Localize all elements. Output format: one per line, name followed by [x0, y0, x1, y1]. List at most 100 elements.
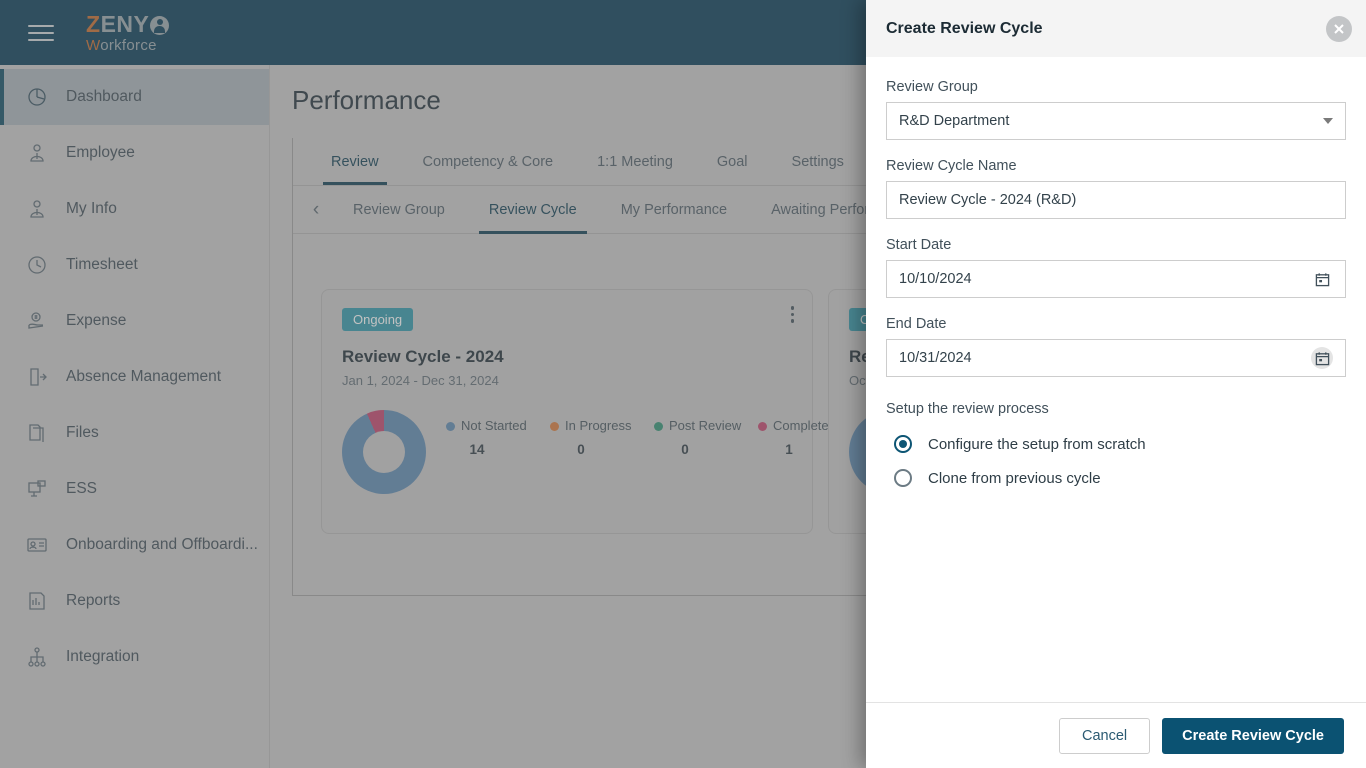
money-hand-icon — [22, 308, 52, 334]
sidebar-item-label: Absence Management — [66, 368, 222, 385]
brand-logo[interactable]: Z ENY Workforce — [86, 10, 170, 53]
tab-review[interactable]: Review — [309, 138, 401, 185]
sidebar-item-timesheet[interactable]: Timesheet — [0, 237, 269, 293]
sidebar-item-label: Timesheet — [66, 256, 138, 273]
create-review-cycle-modal: Create Review Cycle Review Group R&D Dep… — [866, 0, 1366, 768]
legend-value: 0 — [681, 442, 689, 458]
brand-logo-sub-initial: W — [86, 36, 101, 54]
sidebar-item-label: Onboarding and Offboardi... — [66, 536, 258, 553]
card-title: Review Cycle - 2024 — [342, 347, 504, 366]
sidebar-item-label: My Info — [66, 200, 117, 217]
start-date-field: Start Date 10/10/2024 — [886, 237, 1346, 298]
legend-value: 1 — [785, 442, 793, 458]
review-cycle-name-field: Review Cycle Name Review Cycle - 2024 (R… — [886, 158, 1346, 219]
legend-label: In Progress — [565, 418, 632, 433]
status-badge: Ongoing — [342, 308, 414, 331]
radio-label: Clone from previous cycle — [928, 469, 1101, 487]
sidebar-item-label: ESS — [66, 480, 98, 497]
sidebar-item-integration[interactable]: Integration — [0, 629, 269, 685]
hamburger-menu-icon[interactable] — [28, 24, 54, 41]
sidebar-item-employee[interactable]: Employee — [0, 125, 269, 181]
legend-item: In Progress 0 — [550, 418, 638, 457]
tab-goal[interactable]: Goal — [695, 138, 770, 185]
sidebar-item-files[interactable]: Files — [0, 405, 269, 461]
start-date-input-wrap[interactable]: 10/10/2024 — [886, 260, 1346, 298]
radio-clone-previous-cycle[interactable]: Clone from previous cycle — [886, 461, 1346, 495]
brand-logo-subtitle: Workforce — [86, 38, 169, 53]
sidebar-item-label: Integration — [66, 648, 140, 665]
setup-process-label: Setup the review process — [886, 401, 1049, 417]
sidebar-item-ess[interactable]: ESS — [0, 461, 269, 517]
end-date-input-wrap[interactable]: 10/31/2024 — [886, 339, 1346, 377]
app-root: Z ENY Workforce Dashboard Employee My In… — [0, 0, 1366, 768]
tab-settings[interactable]: Settings — [770, 138, 866, 185]
sidebar-item-label: Dashboard — [66, 88, 142, 105]
legend-item: Not Started 14 — [446, 418, 534, 457]
sidebar-item-reports[interactable]: Reports — [0, 573, 269, 629]
door-exit-icon — [22, 364, 52, 390]
close-icon[interactable] — [1326, 15, 1352, 42]
sidebar-item-my-info[interactable]: My Info — [0, 181, 269, 237]
review-group-select[interactable]: R&D Department — [886, 102, 1346, 140]
radio-button-icon[interactable] — [894, 469, 912, 487]
sidebar-item-expense[interactable]: Expense — [0, 293, 269, 349]
tab-competency-core[interactable]: Competency & Core — [401, 138, 576, 185]
legend-label: Post Review — [669, 418, 742, 433]
create-review-cycle-button[interactable]: Create Review Cycle — [1162, 717, 1344, 754]
sidebar-item-label: Expense — [66, 312, 127, 329]
review-cycle-name-input-wrap[interactable]: Review Cycle - 2024 (R&D) — [886, 181, 1346, 219]
modal-header: Create Review Cycle — [866, 0, 1366, 57]
pie-chart-icon — [22, 84, 52, 110]
card-date-range: Jan 1, 2024 - Dec 31, 2024 — [342, 373, 499, 388]
radio-button-icon[interactable] — [894, 435, 912, 453]
review-group-field: Review Group R&D Department — [886, 79, 1346, 140]
cancel-button[interactable]: Cancel — [1059, 717, 1151, 754]
sidebar-item-absence-management[interactable]: Absence Management — [0, 349, 269, 405]
start-date-value: 10/10/2024 — [899, 271, 972, 287]
legend-item: Post Review 0 — [654, 418, 742, 457]
sidebar-item-label: Employee — [66, 144, 135, 161]
chart-legend: Not Started 14 In Progress 0 Post Review… — [446, 410, 846, 457]
legend-color-dot — [446, 422, 455, 431]
review-group-value: R&D Department — [899, 113, 1010, 129]
legend-color-dot — [550, 422, 559, 431]
review-cycle-card[interactable]: Ongoing Review Cycle - 2024 Jan 1, 2024 … — [321, 289, 836, 534]
card-more-options-icon[interactable] — [790, 306, 794, 323]
tab-review-group[interactable]: Review Group — [331, 186, 467, 234]
sidebar-item-label: Files — [66, 424, 99, 441]
calendar-icon[interactable] — [1311, 347, 1333, 369]
self-service-icon — [22, 476, 52, 502]
clock-icon — [22, 252, 52, 278]
status-donut-chart — [342, 410, 426, 494]
radio-configure-from-scratch[interactable]: Configure the setup from scratch — [886, 427, 1346, 461]
tab-review-cycle[interactable]: Review Cycle — [467, 186, 599, 234]
sidebar-item-dashboard[interactable]: Dashboard — [0, 69, 269, 125]
brand-logo-sub-rest: orkforce — [100, 36, 157, 54]
person-info-icon — [22, 196, 52, 222]
radio-label: Configure the setup from scratch — [928, 435, 1146, 453]
chevron-left-icon[interactable]: ‹ — [301, 199, 331, 221]
end-date-value: 10/31/2024 — [899, 350, 972, 366]
employee-icon — [22, 140, 52, 166]
sidebar-item-onboarding-offboarding[interactable]: Onboarding and Offboardi... — [0, 517, 269, 573]
sidebar-navigation[interactable]: Dashboard Employee My Info Timesheet Exp… — [0, 65, 270, 768]
review-cycle-name-value: Review Cycle - 2024 (R&D) — [899, 192, 1077, 208]
end-date-label: End Date — [886, 316, 947, 332]
tab-one-on-one-meeting[interactable]: 1:1 Meeting — [575, 138, 695, 185]
review-group-label: Review Group — [886, 79, 978, 95]
chevron-down-icon[interactable] — [1323, 118, 1333, 124]
legend-color-dot — [654, 422, 663, 431]
legend-color-dot — [758, 422, 767, 431]
sidebar-item-label: Reports — [66, 592, 121, 609]
brand-logo-top: Z ENY — [86, 10, 170, 37]
modal-footer: Cancel Create Review Cycle — [866, 702, 1366, 768]
calendar-icon[interactable] — [1311, 268, 1333, 290]
tab-my-performance[interactable]: My Performance — [599, 186, 749, 234]
legend-value: 0 — [577, 442, 585, 458]
brand-logo-initial: Z — [86, 10, 101, 37]
start-date-label: Start Date — [886, 237, 952, 253]
documents-icon — [22, 420, 52, 446]
sitemap-icon — [22, 644, 52, 670]
report-icon — [22, 588, 52, 614]
legend-label: Not Started — [461, 418, 527, 433]
